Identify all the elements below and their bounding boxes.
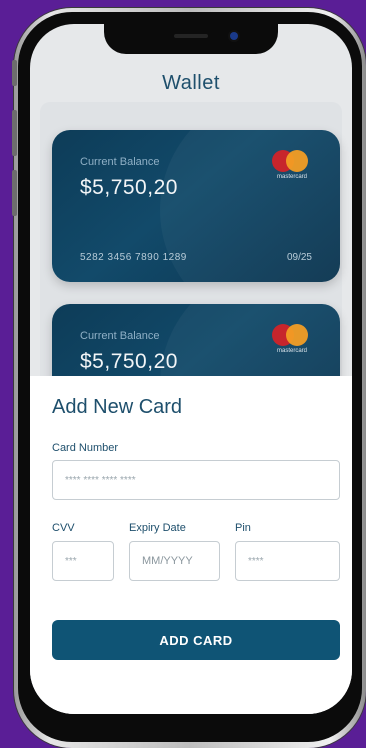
- phone-screen: Wallet Current Balance $5,750,20 masterc…: [30, 24, 352, 714]
- pin-label: Pin: [235, 522, 251, 534]
- card-number: 5282 3456 7890 1289: [80, 252, 187, 263]
- sheet-title: Add New Card: [52, 396, 183, 418]
- notch: [104, 24, 278, 54]
- cvv-input[interactable]: ***: [52, 541, 114, 581]
- expiry-date-input[interactable]: MM/YYYY: [129, 541, 220, 581]
- speaker-grille: [174, 34, 208, 38]
- volume-down-button: [12, 170, 17, 216]
- balance-label: Current Balance: [80, 156, 160, 168]
- card-number-input[interactable]: **** **** **** ****: [52, 460, 340, 500]
- wallet-card[interactable]: Current Balance $5,750,20 mastercard 528…: [52, 130, 340, 282]
- balance-amount: $5,750,20: [80, 350, 178, 373]
- expiry-date-label: Expiry Date: [129, 522, 186, 534]
- balance-label: Current Balance: [80, 330, 160, 342]
- page-title: Wallet: [162, 72, 220, 94]
- mastercard-icon: mastercard: [272, 324, 312, 354]
- front-camera-icon: [230, 32, 238, 40]
- card-brand-label: mastercard: [276, 174, 307, 180]
- card-number-label: Card Number: [52, 442, 119, 454]
- add-card-button[interactable]: ADD CARD: [52, 620, 340, 660]
- balance-amount: $5,750,20: [80, 176, 178, 199]
- card-expiry: 09/25: [286, 252, 312, 263]
- add-card-sheet: Add New Card Card Number **** **** **** …: [30, 376, 352, 714]
- mastercard-icon: mastercard: [272, 150, 312, 180]
- card-brand-label: mastercard: [276, 348, 307, 354]
- cvv-label: CVV: [52, 522, 75, 534]
- mute-switch: [12, 60, 17, 86]
- pin-input[interactable]: ****: [235, 541, 340, 581]
- volume-up-button: [12, 110, 17, 156]
